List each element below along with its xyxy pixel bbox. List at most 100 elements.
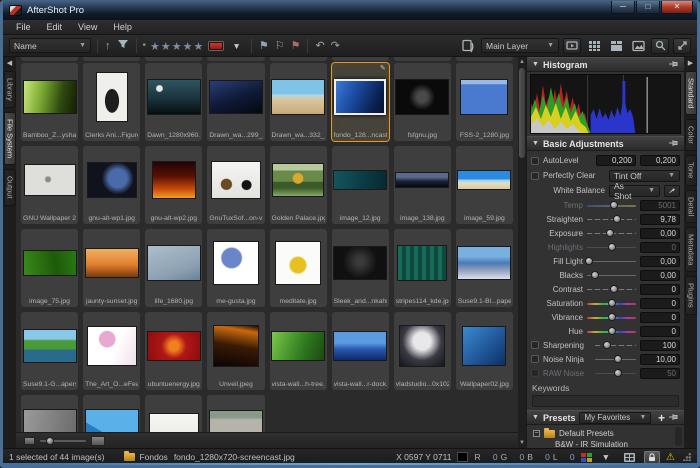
thumbnail-image[interactable] [334,332,386,360]
scroll-down-icon[interactable]: ▼ [519,439,525,447]
straighten-slider[interactable] [587,214,636,224]
thumbnail-image[interactable] [334,171,386,189]
thumbnail-cell[interactable]: Drawn_wa...332_.jpg [270,63,327,141]
thumbnail-cell[interactable]: vladstudio...0x1024.jpg [394,312,451,390]
add-preset-button[interactable]: + [658,411,665,425]
rating-none-icon[interactable]: • [143,40,147,51]
scrollbar-thumb[interactable] [519,68,525,158]
saturation-value[interactable]: 0 [640,298,680,309]
color-label-dropdown-icon[interactable]: ▼ [228,38,244,53]
raw-noise-checkbox[interactable] [531,369,539,377]
menu-item-help[interactable]: Help [106,21,139,33]
sharpening-slider[interactable] [595,340,636,350]
thumbnail-image[interactable] [396,173,448,187]
contrast-slider[interactable] [587,284,636,294]
straighten-value[interactable]: 9,78 [640,214,680,225]
thumbnail-cell[interactable]: image_59.jpg [456,146,513,224]
tab-plugins[interactable]: Plugins [685,276,697,315]
rating-star-icon[interactable]: ★ [183,41,194,53]
thumbnail-cell[interactable]: gnu-alt-wp2.jpg [145,146,202,224]
vibrance-value[interactable]: 0 [640,312,680,323]
presets-header[interactable]: ▼ Presets My Favorites ▼ + [527,410,684,425]
thumbnail-cell[interactable]: Bamboo_Z...ysha.jpg [21,63,78,141]
thumbnail-image[interactable] [398,246,446,280]
collapse-triangle-icon[interactable]: ▼ [532,61,539,68]
thumbnail-cell[interactable]: Sleek_and...nkahn.jpg [332,229,389,307]
collapse-folder-icon[interactable]: − [533,430,540,437]
thumbnail-image[interactable] [212,162,260,198]
thumbnail-cell[interactable]: life_1680.jpg [145,229,202,307]
rating-star-icon[interactable]: ★ [161,41,172,53]
autolevel-checkbox[interactable] [531,157,539,165]
flag-pick-icon[interactable]: ⚐ [274,39,286,53]
exposure-slider[interactable] [587,228,636,238]
thumbnail-image[interactable] [153,162,195,198]
blacks-slider[interactable] [587,270,636,280]
thumbnail-image[interactable] [458,171,510,189]
thumbnail-cell[interactable]: gnu-alt-wp1.jpg [83,146,140,224]
thumbnail-image[interactable] [88,327,136,365]
layers-icon[interactable] [459,38,477,54]
thumbnail-image[interactable] [24,81,76,113]
exposure-handle[interactable] [606,229,614,237]
collapse-triangle-icon[interactable]: ▼ [532,414,539,421]
thumbnail-cell[interactable]: vista-wall...h-tree.jpg [270,312,327,390]
menu-item-view[interactable]: View [71,21,104,33]
flag-reject-icon[interactable]: ⚑ [290,39,302,53]
thumbnail-cell[interactable]: image_138.jpg [394,146,451,224]
noise-ninja-slider[interactable] [595,354,636,364]
thumbnail-cell[interactable]: The_Art_O...eFear.jpg [83,312,140,390]
menu-item-file[interactable]: File [9,21,38,33]
sharpening-value[interactable]: 100 [640,340,680,351]
thumbnail-image[interactable] [25,165,75,195]
thumbnail-cell[interactable]: FSS-2_1280.jpg [456,63,513,141]
contrast-handle[interactable] [610,285,618,293]
tab-color[interactable]: Color [685,119,697,151]
thumbnail-cell[interactable]: GnuTuxSof...on-v1.jpg [207,146,264,224]
autolevel-white-value[interactable]: 0,200 [640,155,680,166]
fullscreen-icon[interactable] [673,38,691,54]
exposure-value[interactable]: 0,00 [640,228,680,239]
collapse-triangle-icon[interactable]: ▼ [532,140,539,147]
thumbnail-cell[interactable]: Suse9.1-Bl...papers.jpg [456,229,513,307]
thumbnail-cell[interactable]: Dawn_1280x960.jpg [145,63,202,141]
sort-direction-icon[interactable]: ↑ [104,39,112,53]
contrast-value[interactable]: 0 [640,284,680,295]
thumbnail-cell[interactable]: Unveil.jpeg [207,312,264,390]
sort-select[interactable]: Name ▼ [9,38,91,53]
vibrance-handle[interactable] [608,313,616,321]
filter-icon[interactable] [116,38,130,54]
temp-slider[interactable] [587,200,636,210]
rotate-left-icon[interactable]: ↶ [314,39,325,53]
rating-star-icon[interactable]: ★ [172,41,183,53]
color-profile-icon[interactable] [581,453,592,462]
thumbnail-image[interactable] [88,163,136,197]
raw-noise-handle[interactable] [614,369,622,377]
thumbnail-image[interactable] [458,247,510,279]
raw-noise-value[interactable]: 50 [640,368,680,379]
sharpening-handle[interactable] [603,341,611,349]
lock-button[interactable] [644,451,660,464]
collapse-left-panel-icon[interactable]: ◀ [7,59,12,69]
maximize-button[interactable]: □ [636,1,660,14]
thumbnail-image[interactable] [24,330,76,362]
thumbnail-cell[interactable]: me-gusta.jpg [207,229,264,307]
blacks-handle[interactable] [591,271,599,279]
preset-folder-row[interactable]: − Default Presets [533,428,674,439]
slideshow-button[interactable] [563,38,581,54]
basic-adjustments-header[interactable]: ▼ Basic Adjustments [527,136,684,151]
thumbnail-image[interactable] [214,326,258,366]
collapse-right-panel-icon[interactable]: ▶ [688,59,693,69]
thumbnail-cell[interactable]: Drawn_wa...299_.jpg [207,63,264,141]
tab-standard[interactable]: Standard [685,71,697,115]
tab-output[interactable]: Output [4,169,16,206]
thumbnail-image[interactable] [334,247,386,279]
perfectly-clear-checkbox[interactable] [531,172,539,180]
pin-icon[interactable] [669,413,679,423]
thumbnail-cell[interactable]: stripes114_kde.jpg [394,229,451,307]
thumbnail-cell[interactable]: ubuntuenergy.jpg [145,312,202,390]
thumbnail-image[interactable] [24,251,76,275]
tab-metadata[interactable]: Metadata [685,227,697,272]
presets-filter-select[interactable]: My Favorites ▼ [579,412,651,424]
magnifier-icon[interactable] [651,38,669,54]
